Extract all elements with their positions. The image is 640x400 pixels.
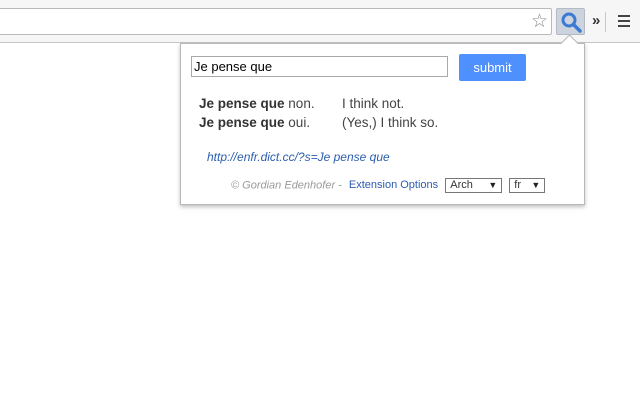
dictionary-extension-button[interactable]: [556, 8, 585, 35]
result-translation: (Yes,) I think so.: [342, 115, 439, 130]
extension-options-link[interactable]: Extension Options: [349, 179, 438, 191]
magnifier-icon: [561, 12, 582, 33]
chevron-down-icon: ▼: [488, 180, 498, 190]
toolbar-divider: [605, 12, 606, 32]
result-source: Je pense que oui.: [199, 115, 342, 130]
overflow-chevron-icon[interactable]: »: [592, 12, 600, 30]
star-icon[interactable]: ☆: [531, 11, 548, 32]
dictionary-popup: submit Je pense que non.I think not. Je …: [180, 43, 585, 205]
target-language-select[interactable]: fr ▼: [509, 178, 546, 193]
result-rest: oui.: [284, 115, 311, 130]
submit-button[interactable]: submit: [459, 54, 526, 81]
result-row: Je pense que oui. (Yes,) I think so.: [199, 115, 438, 134]
result-rest: non.: [284, 96, 315, 111]
browser-toolbar: ☆ »: [0, 0, 640, 43]
copyright-text: © Gordian Edenhofer -: [231, 179, 345, 192]
results-list: Je pense que non. I think not. Je pense q…: [199, 96, 438, 134]
result-translation: I think not.: [342, 96, 405, 111]
hamburger-icon[interactable]: [618, 15, 630, 30]
target-language-value: fr: [514, 179, 522, 191]
chevron-down-icon: ▼: [531, 180, 541, 190]
search-input[interactable]: [191, 56, 448, 77]
popup-footer: © Gordian Edenhofer - Extension Options …: [231, 178, 546, 193]
language-pair-value: Arch: [450, 179, 473, 191]
result-row: Je pense que non. I think not.: [199, 96, 438, 115]
language-pair-select[interactable]: Arch ▼: [445, 178, 503, 193]
result-source: Je pense que non.: [199, 96, 342, 111]
address-bar[interactable]: ☆: [0, 8, 552, 35]
result-term: Je pense que: [199, 115, 285, 130]
result-term: Je pense que: [199, 96, 285, 111]
dict-cc-link[interactable]: http://enfr.dict.cc/?s=Je pense que: [207, 150, 390, 164]
